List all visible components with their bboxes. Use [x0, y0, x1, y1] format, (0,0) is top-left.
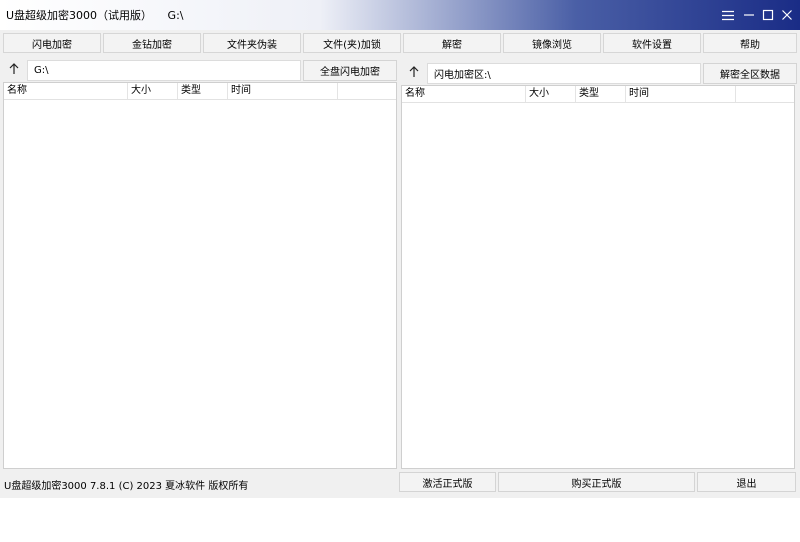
maximize-icon[interactable] — [759, 6, 777, 24]
help-button[interactable]: 帮助 — [703, 33, 797, 53]
left-file-list[interactable]: 名称 大小 类型 时间 — [3, 82, 397, 469]
folder-disguise-button[interactable]: 文件夹伪装 — [203, 33, 301, 53]
left-path-field[interactable]: G:\ — [27, 60, 301, 81]
file-lock-button[interactable]: 文件(夹)加锁 — [303, 33, 401, 53]
column-name[interactable]: 名称 — [402, 86, 526, 102]
arrow-up-icon[interactable] — [4, 59, 24, 79]
column-time[interactable]: 时间 — [626, 86, 736, 102]
decrypt-all-button[interactable]: 解密全区数据 — [703, 63, 797, 84]
minimize-icon[interactable] — [740, 6, 758, 24]
status-bar-text: U盘超级加密3000 7.8.1 (C) 2023 夏冰软件 版权所有 — [4, 481, 249, 492]
buy-button[interactable]: 购买正式版 — [498, 472, 695, 492]
activate-button[interactable]: 激活正式版 — [399, 472, 496, 492]
close-icon[interactable] — [778, 6, 796, 24]
main-window: U盘超级加密3000（试用版） G:\ 闪电加密 金钻加密 文件夹伪装 文件(夹… — [0, 0, 800, 498]
diamond-encrypt-button[interactable]: 金钻加密 — [103, 33, 201, 53]
decrypt-button[interactable]: 解密 — [403, 33, 501, 53]
image-browse-button[interactable]: 镜像浏览 — [503, 33, 601, 53]
full-disk-flash-encrypt-button[interactable]: 全盘闪电加密 — [303, 60, 397, 81]
column-type[interactable]: 类型 — [178, 83, 228, 99]
right-list-header: 名称 大小 类型 时间 — [402, 86, 794, 103]
right-file-list[interactable]: 名称 大小 类型 时间 — [401, 85, 795, 469]
window-title: U盘超级加密3000（试用版） G:\ — [6, 7, 183, 23]
right-path-field[interactable]: 闪电加密区:\ — [427, 63, 701, 84]
window-title-text: U盘超级加密3000（试用版） — [6, 9, 153, 22]
exit-button[interactable]: 退出 — [697, 472, 796, 492]
settings-button[interactable]: 软件设置 — [603, 33, 701, 53]
window-title-path: G:\ — [167, 9, 184, 22]
column-size[interactable]: 大小 — [526, 86, 576, 102]
flash-encrypt-button[interactable]: 闪电加密 — [3, 33, 101, 53]
left-list-header: 名称 大小 类型 时间 — [4, 83, 396, 100]
arrow-up-icon[interactable] — [404, 62, 424, 82]
column-type[interactable]: 类型 — [576, 86, 626, 102]
column-name[interactable]: 名称 — [4, 83, 128, 99]
column-time[interactable]: 时间 — [228, 83, 338, 99]
column-size[interactable]: 大小 — [128, 83, 178, 99]
title-bar: U盘超级加密3000（试用版） G:\ — [0, 0, 800, 30]
menu-icon[interactable] — [719, 6, 737, 24]
